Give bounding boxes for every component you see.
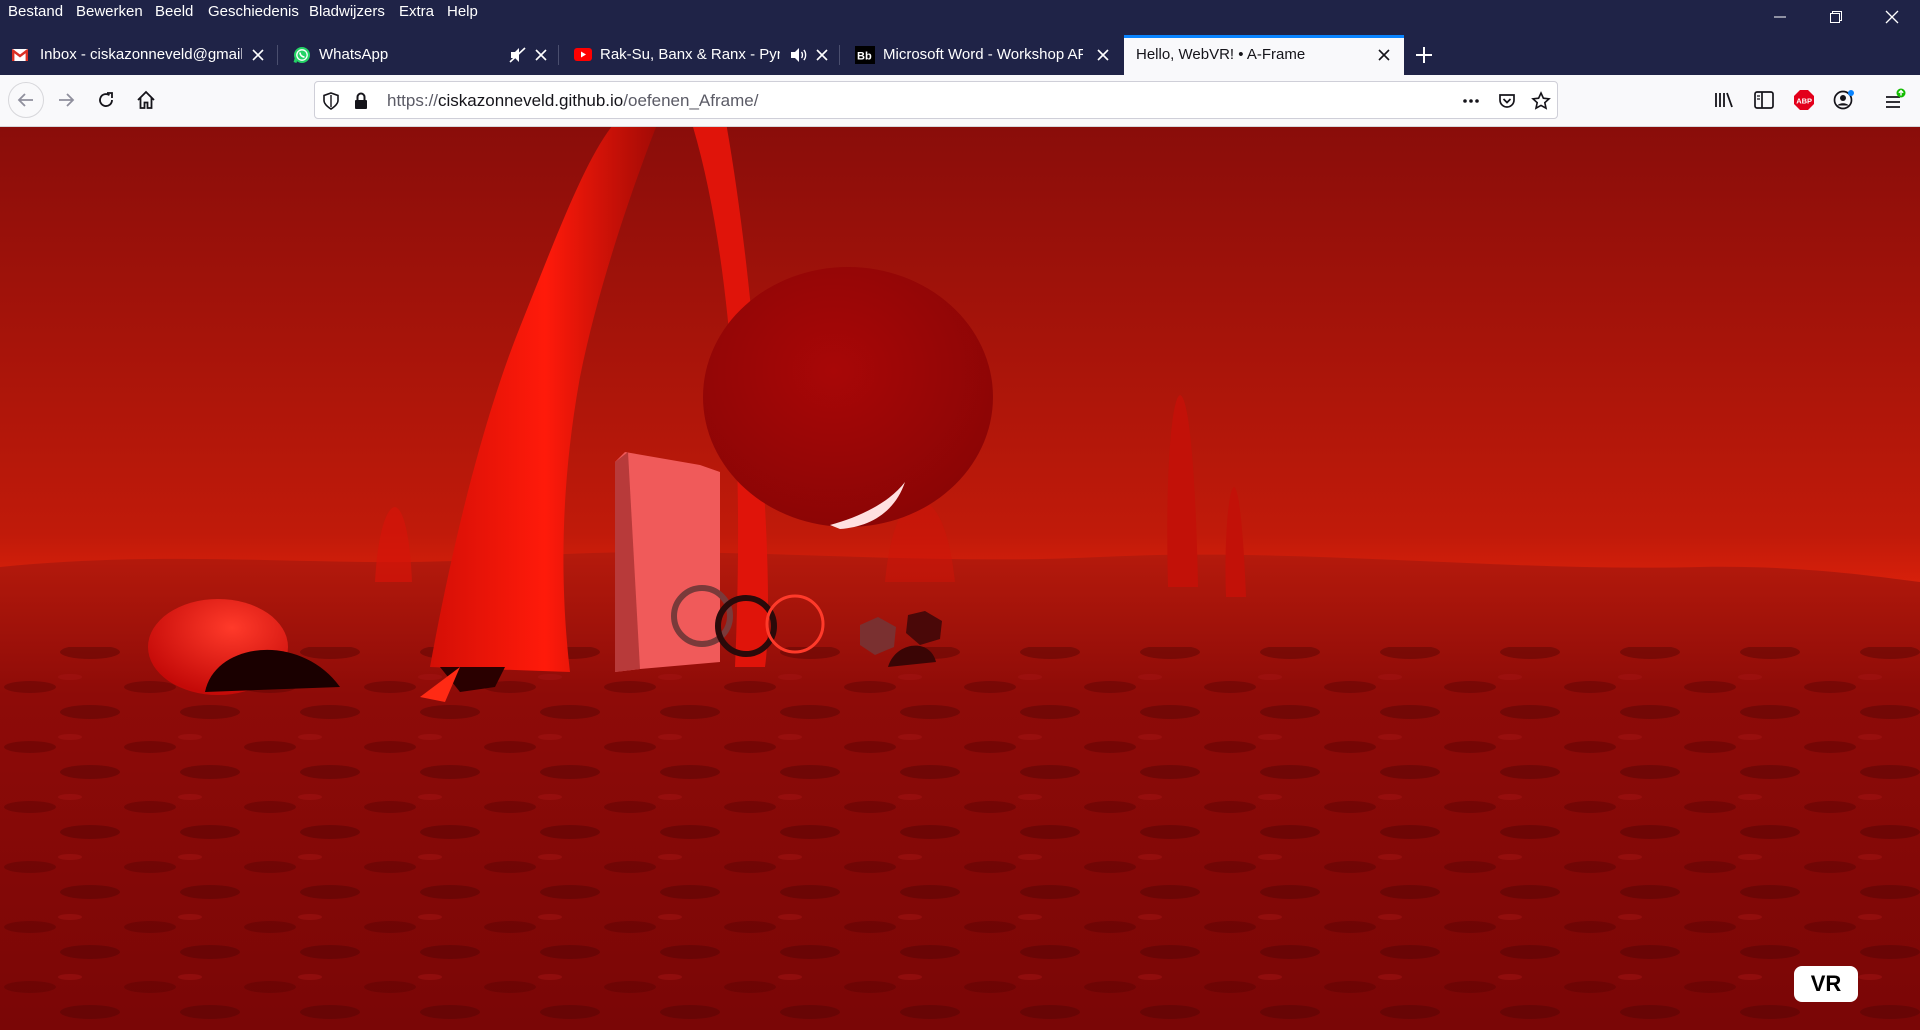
adblock-plus-icon: ABP — [1794, 90, 1814, 110]
minimize-button[interactable] — [1752, 0, 1808, 34]
new-tab-icon[interactable] — [1414, 45, 1434, 65]
app-menu-button[interactable] — [1879, 84, 1911, 116]
svg-text:Bb: Bb — [857, 51, 872, 63]
sidebar-button[interactable] — [1748, 84, 1780, 116]
close-tab-icon[interactable] — [1095, 47, 1111, 63]
sphere — [703, 267, 993, 527]
menu-bar: Bestand Bewerken Beeld Geschiedenis Blad… — [0, 0, 1920, 26]
svg-text:ABP: ABP — [1796, 97, 1812, 106]
tab-separator — [558, 45, 559, 65]
tab-title: Hello, WebVR! • A-Frame — [1136, 46, 1306, 63]
back-button[interactable] — [8, 82, 44, 118]
ground-texture — [0, 647, 1920, 1030]
nav-bar: https://ciskazonneveld.github.io/oefenen… — [0, 75, 1920, 127]
close-icon — [1885, 10, 1899, 24]
scene-canvas — [0, 127, 1920, 1030]
account-button[interactable] — [1828, 84, 1860, 116]
url-scheme: https:// — [387, 91, 439, 110]
adblock-button[interactable]: ABP — [1788, 84, 1820, 116]
youtube-icon — [574, 48, 592, 61]
library-button[interactable] — [1708, 84, 1740, 116]
tab-word[interactable]: Bb Microsoft Word - Workshop AF — [843, 35, 1121, 75]
reload-button[interactable] — [90, 84, 122, 116]
tab-aframe[interactable]: Hello, WebVR! • A-Frame — [1124, 35, 1404, 75]
pocket-icon[interactable] — [1497, 91, 1517, 111]
minimize-icon — [1774, 16, 1786, 18]
close-tab-icon[interactable] — [814, 47, 830, 63]
tab-strip: Inbox - ciskazonneveld@gmail WhatsApp Ra… — [0, 35, 1920, 75]
menu-extra[interactable]: Extra — [399, 3, 434, 20]
back-arrow-icon — [17, 93, 33, 107]
forward-button[interactable] — [50, 84, 82, 116]
hamburger-menu-icon — [1886, 88, 1906, 108]
more-actions-icon[interactable] — [1461, 91, 1481, 111]
forward-arrow-icon — [59, 93, 75, 107]
close-window-button[interactable] — [1864, 0, 1920, 34]
gmail-icon — [12, 49, 28, 61]
restore-button[interactable] — [1808, 0, 1864, 34]
home-icon — [137, 90, 155, 109]
menu-geschiedenis[interactable]: Geschiedenis — [208, 3, 299, 20]
blackboard-icon: Bb — [855, 46, 875, 64]
speaker-muted-icon[interactable] — [509, 47, 527, 63]
url-path: /oefenen_Aframe/ — [623, 91, 759, 110]
tab-separator — [839, 45, 840, 65]
home-button[interactable] — [130, 84, 162, 116]
whatsapp-icon — [293, 47, 310, 63]
sidebar-icon — [1754, 91, 1774, 109]
tab-title: WhatsApp — [319, 46, 389, 63]
aframe-scene[interactable]: VR — [0, 127, 1920, 1030]
url-bar[interactable]: https://ciskazonneveld.github.io/oefenen… — [314, 81, 1558, 119]
tab-title: Microsoft Word - Workshop AF — [883, 46, 1083, 63]
library-icon — [1715, 92, 1733, 108]
lock-icon[interactable] — [351, 91, 371, 111]
window-controls — [1752, 0, 1920, 34]
tracking-shield-icon[interactable] — [321, 91, 341, 111]
reload-icon — [99, 92, 113, 107]
vr-mode-button[interactable]: VR — [1794, 966, 1858, 1002]
url-text[interactable]: https://ciskazonneveld.github.io/oefenen… — [387, 91, 758, 111]
menu-help[interactable]: Help — [447, 3, 478, 20]
speaker-playing-icon[interactable] — [790, 47, 808, 63]
close-tab-icon[interactable] — [250, 47, 266, 63]
close-tab-icon[interactable] — [1376, 47, 1392, 63]
close-tab-icon[interactable] — [533, 47, 549, 63]
tab-youtube[interactable]: Rak-Su, Banx & Ranx - Pyro — [562, 35, 840, 75]
url-host: ciskazonneveld.github.io — [438, 91, 624, 110]
menu-bestand[interactable]: Bestand — [8, 3, 63, 20]
tab-title: Inbox - ciskazonneveld@gmail — [40, 46, 242, 63]
account-icon — [1833, 90, 1854, 110]
tab-inbox[interactable]: Inbox - ciskazonneveld@gmail — [0, 35, 278, 75]
restore-icon — [1830, 11, 1842, 23]
tab-separator — [277, 45, 278, 65]
menu-bladwijzers[interactable]: Bladwijzers — [309, 3, 385, 20]
tab-whatsapp[interactable]: WhatsApp — [281, 35, 559, 75]
menu-bewerken[interactable]: Bewerken — [76, 3, 143, 20]
tab-title: Rak-Su, Banx & Ranx - Pyro — [600, 46, 780, 63]
menu-beeld[interactable]: Beeld — [155, 3, 193, 20]
bookmark-star-icon[interactable] — [1531, 91, 1551, 111]
